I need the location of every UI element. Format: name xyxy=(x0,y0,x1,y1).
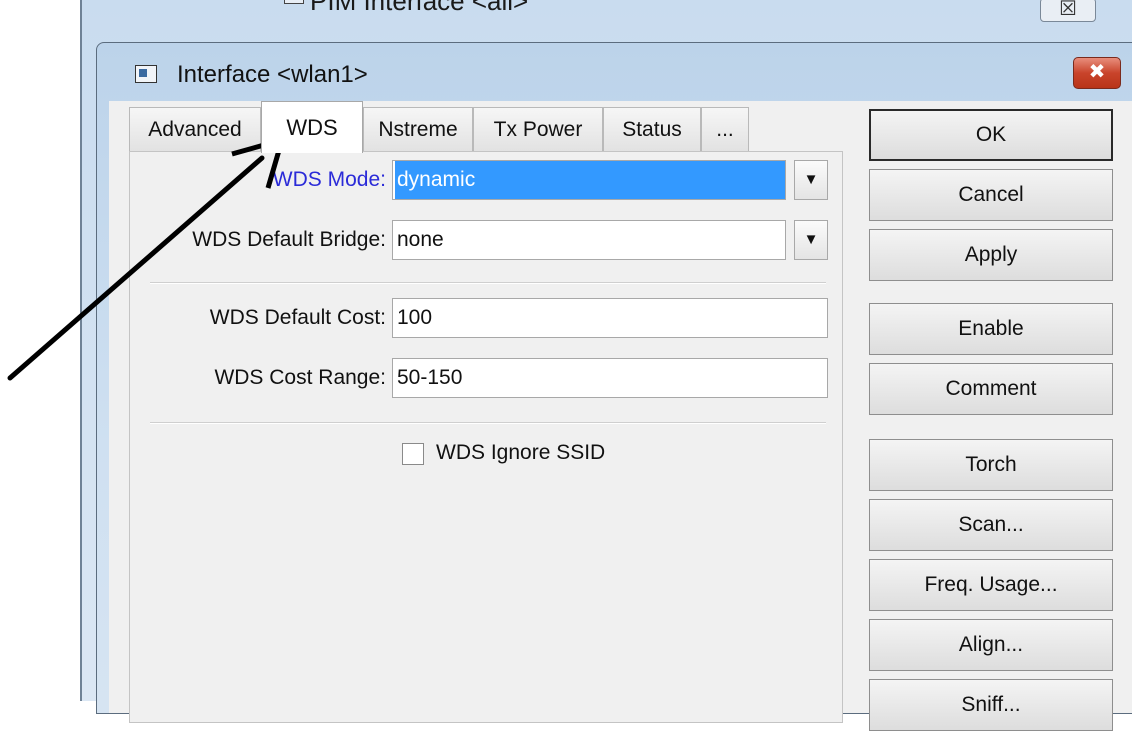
tab-wds[interactable]: WDS xyxy=(261,101,363,153)
annotation-arrow-icon xyxy=(7,136,286,381)
